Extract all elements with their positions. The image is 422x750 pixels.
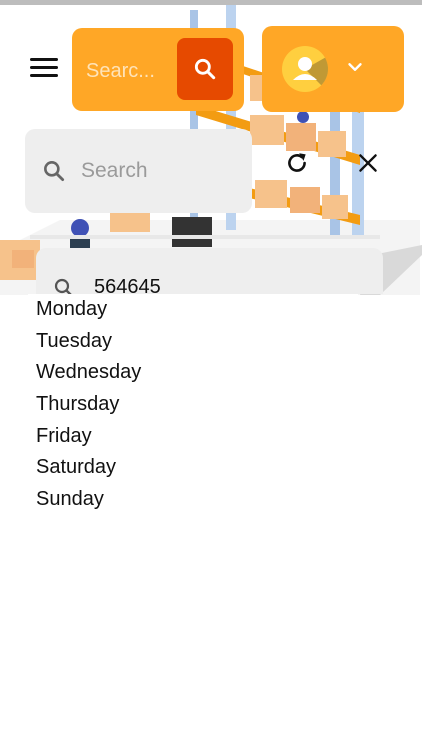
search-icon	[44, 161, 65, 182]
user-menu-button[interactable]	[262, 26, 404, 112]
user-avatar-icon	[282, 46, 328, 92]
list-item[interactable]: Sunday	[36, 484, 141, 516]
refresh-icon[interactable]	[284, 150, 310, 176]
search-icon	[194, 58, 216, 80]
list-item[interactable]: Wednesday	[36, 357, 141, 389]
chevron-down-icon	[348, 63, 362, 71]
list-item[interactable]: Friday	[36, 421, 141, 453]
filter-search-field	[25, 129, 252, 213]
list-item[interactable]: Monday	[36, 294, 141, 326]
header-search-input[interactable]	[86, 56, 176, 86]
header-search-button[interactable]	[177, 38, 233, 100]
list-item[interactable]: Thursday	[36, 389, 141, 421]
autocomplete-search-field[interactable]: 564645	[36, 248, 383, 294]
autocomplete-query: 564645	[94, 276, 161, 294]
header-search	[72, 28, 244, 111]
list-item[interactable]: Saturday	[36, 452, 141, 484]
close-icon[interactable]	[355, 150, 381, 176]
hamburger-menu-icon[interactable]	[30, 58, 58, 82]
day-dropdown-list: Monday Tuesday Wednesday Thursday Friday…	[28, 294, 358, 524]
list-item[interactable]: Tuesday	[36, 326, 141, 358]
filter-search-input[interactable]	[81, 153, 231, 189]
search-icon	[54, 278, 72, 294]
